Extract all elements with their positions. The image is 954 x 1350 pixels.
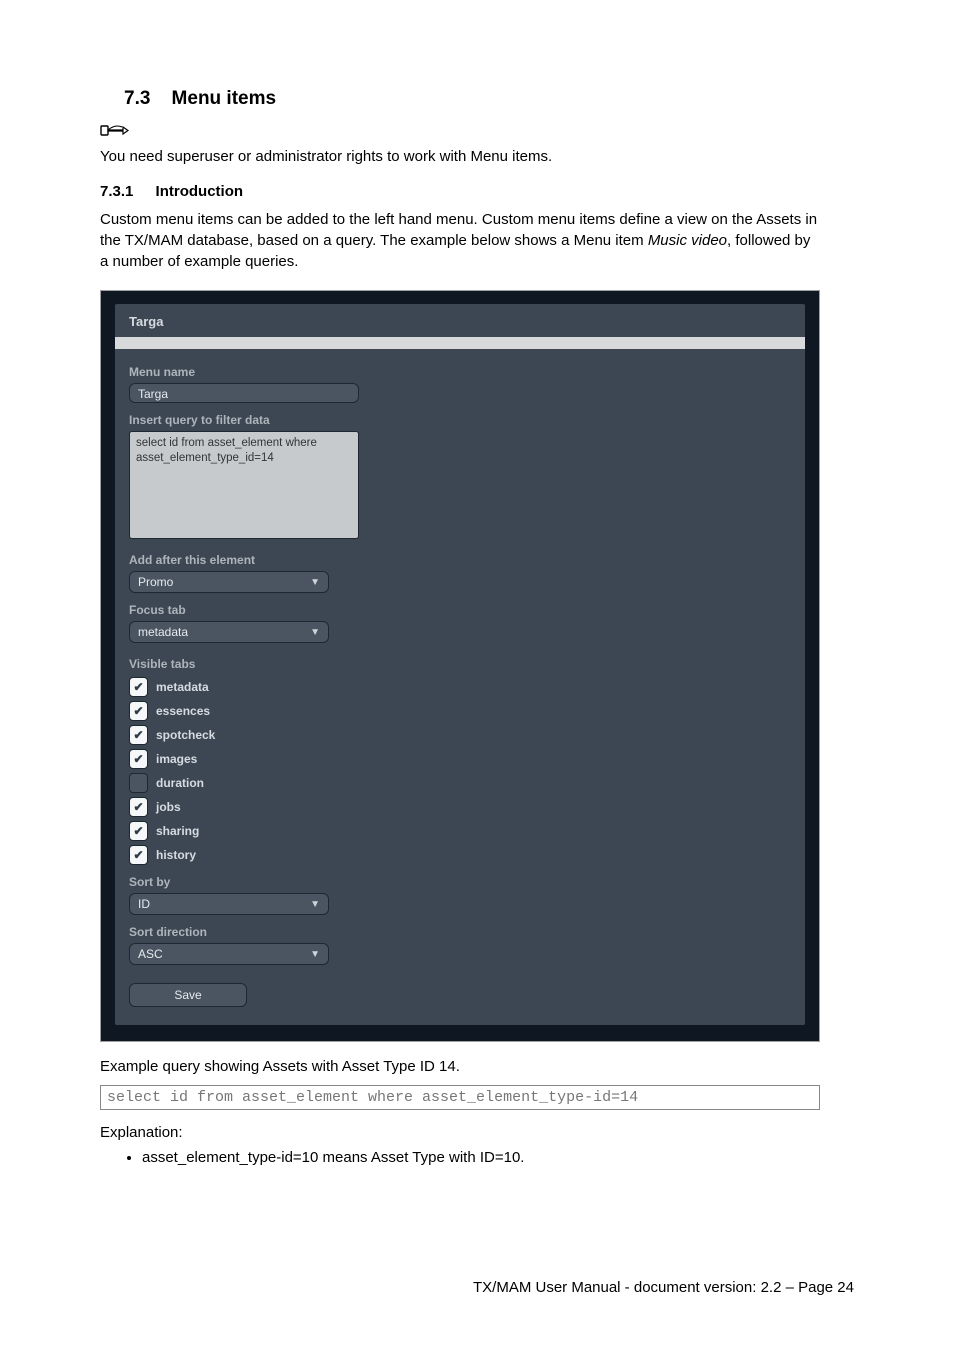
visible-tab-checkbox[interactable]: ✔ [129, 725, 148, 745]
section-heading: 7.3 Menu items [124, 88, 820, 110]
window-title: Targa [115, 304, 805, 337]
section-number: 7.3 [124, 88, 150, 109]
visible-tab-row: ✔ spotcheck [129, 725, 791, 745]
visible-tab-row: duration [129, 773, 791, 793]
example-caption: Example query showing Assets with Asset … [100, 1058, 820, 1075]
visible-tab-checkbox[interactable] [129, 773, 148, 793]
visible-tab-checkbox[interactable]: ✔ [129, 701, 148, 721]
chevron-down-icon: ▼ [310, 627, 320, 638]
sort-by-label: Sort by [129, 875, 791, 889]
save-button[interactable]: Save [129, 983, 247, 1007]
chevron-down-icon: ▼ [310, 899, 320, 910]
menu-name-input[interactable]: Targa [129, 383, 359, 403]
note-icon-row [100, 120, 820, 145]
visible-tab-label: metadata [156, 680, 209, 694]
focus-tab-value: metadata [138, 625, 188, 639]
query-textarea[interactable]: select id from asset_element where asset… [129, 431, 359, 539]
explanation-bullets: asset_element_type-id=10 means Asset Typ… [128, 1149, 820, 1166]
visible-tabs-label: Visible tabs [129, 657, 791, 671]
visible-tab-label: duration [156, 776, 204, 790]
focus-tab-select[interactable]: metadata ▼ [129, 621, 329, 643]
visible-tab-label: spotcheck [156, 728, 215, 742]
insert-query-label: Insert query to filter data [129, 413, 791, 427]
visible-tab-row: ✔ jobs [129, 797, 791, 817]
section-title: Menu items [172, 88, 277, 109]
add-after-value: Promo [138, 575, 173, 589]
note-text: You need superuser or administrator righ… [100, 147, 820, 167]
visible-tab-label: essences [156, 704, 210, 718]
sort-by-select[interactable]: ID ▼ [129, 893, 329, 915]
chevron-down-icon: ▼ [310, 949, 320, 960]
visible-tab-label: jobs [156, 800, 181, 814]
page-footer: TX/MAM User Manual - document version: 2… [473, 1279, 854, 1296]
sort-direction-value: ASC [138, 947, 163, 961]
sort-direction-label: Sort direction [129, 925, 791, 939]
visible-tab-row: ✔ images [129, 749, 791, 769]
visible-tab-checkbox[interactable]: ✔ [129, 677, 148, 697]
visible-tab-checkbox[interactable]: ✔ [129, 845, 148, 865]
intro-paragraph: Custom menu items can be added to the le… [100, 210, 820, 272]
add-after-label: Add after this element [129, 553, 791, 567]
screenshot-figure: Targa Menu name Targa Insert query to fi… [100, 290, 820, 1042]
sort-by-value: ID [138, 897, 150, 911]
bullet-item: asset_element_type-id=10 means Asset Typ… [142, 1149, 820, 1166]
explanation-label: Explanation: [100, 1124, 820, 1141]
visible-tab-row: ✔ metadata [129, 677, 791, 697]
visible-tabs-list: ✔ metadata ✔ essences ✔ spotcheck ✔ images durat… [129, 677, 791, 865]
visible-tab-checkbox[interactable]: ✔ [129, 797, 148, 817]
visible-tab-row: ✔ essences [129, 701, 791, 721]
chevron-down-icon: ▼ [310, 577, 320, 588]
menu-name-label: Menu name [129, 365, 791, 379]
sort-direction-select[interactable]: ASC ▼ [129, 943, 329, 965]
subsection-title: Introduction [156, 183, 243, 200]
window-toolbar [115, 337, 805, 349]
pointing-hand-icon [100, 120, 130, 145]
subsection-number: 7.3.1 [100, 183, 133, 200]
example-code-box: select id from asset_element where asset… [100, 1085, 820, 1110]
visible-tab-label: images [156, 752, 197, 766]
visible-tab-row: ✔ sharing [129, 821, 791, 841]
add-after-select[interactable]: Promo ▼ [129, 571, 329, 593]
intro-italic: Music video [648, 232, 727, 249]
visible-tab-checkbox[interactable]: ✔ [129, 821, 148, 841]
visible-tab-checkbox[interactable]: ✔ [129, 749, 148, 769]
subsection-heading: 7.3.1 Introduction [100, 183, 820, 200]
visible-tab-label: sharing [156, 824, 199, 838]
visible-tab-row: ✔ history [129, 845, 791, 865]
focus-tab-label: Focus tab [129, 603, 791, 617]
visible-tab-label: history [156, 848, 196, 862]
